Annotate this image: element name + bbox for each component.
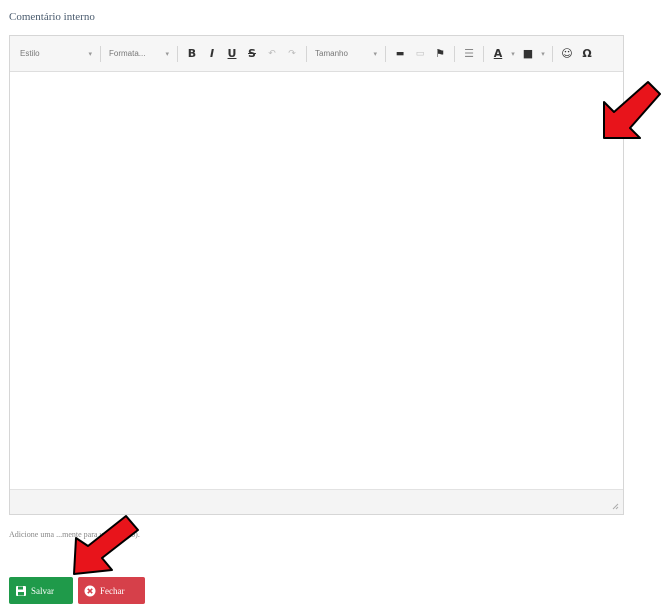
strikethrough-button[interactable]: S (242, 44, 262, 64)
italic-button[interactable]: I (202, 44, 222, 64)
resize-handle-icon[interactable] (611, 502, 619, 510)
red-arrow-annotation (73, 515, 139, 575)
chevron-down-icon[interactable]: ▾ (508, 44, 518, 64)
rich-text-editor: Estilo ▾ Formata... ▾ B I U S ↶ ↷ Tamanh… (9, 35, 624, 515)
format-select[interactable]: Formata... ▾ (105, 45, 173, 63)
font-style-select[interactable]: Estilo ▾ (16, 45, 96, 63)
toolbar-separator (454, 45, 455, 62)
toolbar-separator (483, 45, 484, 62)
chevron-down-icon: ▾ (373, 50, 377, 58)
font-size-select[interactable]: Tamanho ▾ (311, 45, 381, 63)
anchor-flag-button[interactable]: ⚑ (430, 44, 450, 64)
toolbar-separator (177, 45, 178, 62)
link-button[interactable]: ▬ (390, 44, 410, 64)
font-style-select-label: Estilo (20, 49, 40, 58)
toolbar-separator (552, 45, 553, 62)
toolbar-separator (306, 45, 307, 62)
red-arrow-annotation (603, 81, 661, 139)
save-button[interactable]: Salvar (9, 577, 73, 604)
save-icon (15, 585, 27, 597)
bold-button[interactable]: B (182, 44, 202, 64)
save-button-label: Salvar (31, 585, 54, 596)
horizontal-rule-button[interactable]: ☰ (459, 44, 479, 64)
close-button[interactable]: Fechar (78, 577, 145, 604)
close-circle-icon (84, 585, 96, 597)
emoji-button[interactable]: ☺ (557, 44, 577, 64)
text-color-button[interactable]: A (488, 44, 508, 64)
chevron-down-icon: ▾ (165, 50, 169, 58)
close-button-label: Fechar (100, 585, 125, 596)
background-color-button[interactable]: ■ (518, 44, 538, 64)
underline-button[interactable]: U (222, 44, 242, 64)
field-label: Comentário interno (9, 11, 95, 23)
editor-toolbar: Estilo ▾ Formata... ▾ B I U S ↶ ↷ Tamanh… (10, 36, 623, 72)
format-select-label: Formata... (109, 49, 146, 58)
toolbar-separator (385, 45, 386, 62)
toolbar-separator (100, 45, 101, 62)
redo-button[interactable]: ↷ (282, 44, 302, 64)
editor-content-area[interactable] (10, 72, 623, 490)
undo-button[interactable]: ↶ (262, 44, 282, 64)
special-character-button[interactable]: Ω (577, 44, 597, 64)
editor-statusbar (10, 489, 623, 514)
chevron-down-icon: ▾ (88, 50, 92, 58)
unlink-button[interactable]: ▭ (410, 44, 430, 64)
chevron-down-icon[interactable]: ▾ (538, 44, 548, 64)
font-size-select-label: Tamanho (315, 49, 348, 58)
